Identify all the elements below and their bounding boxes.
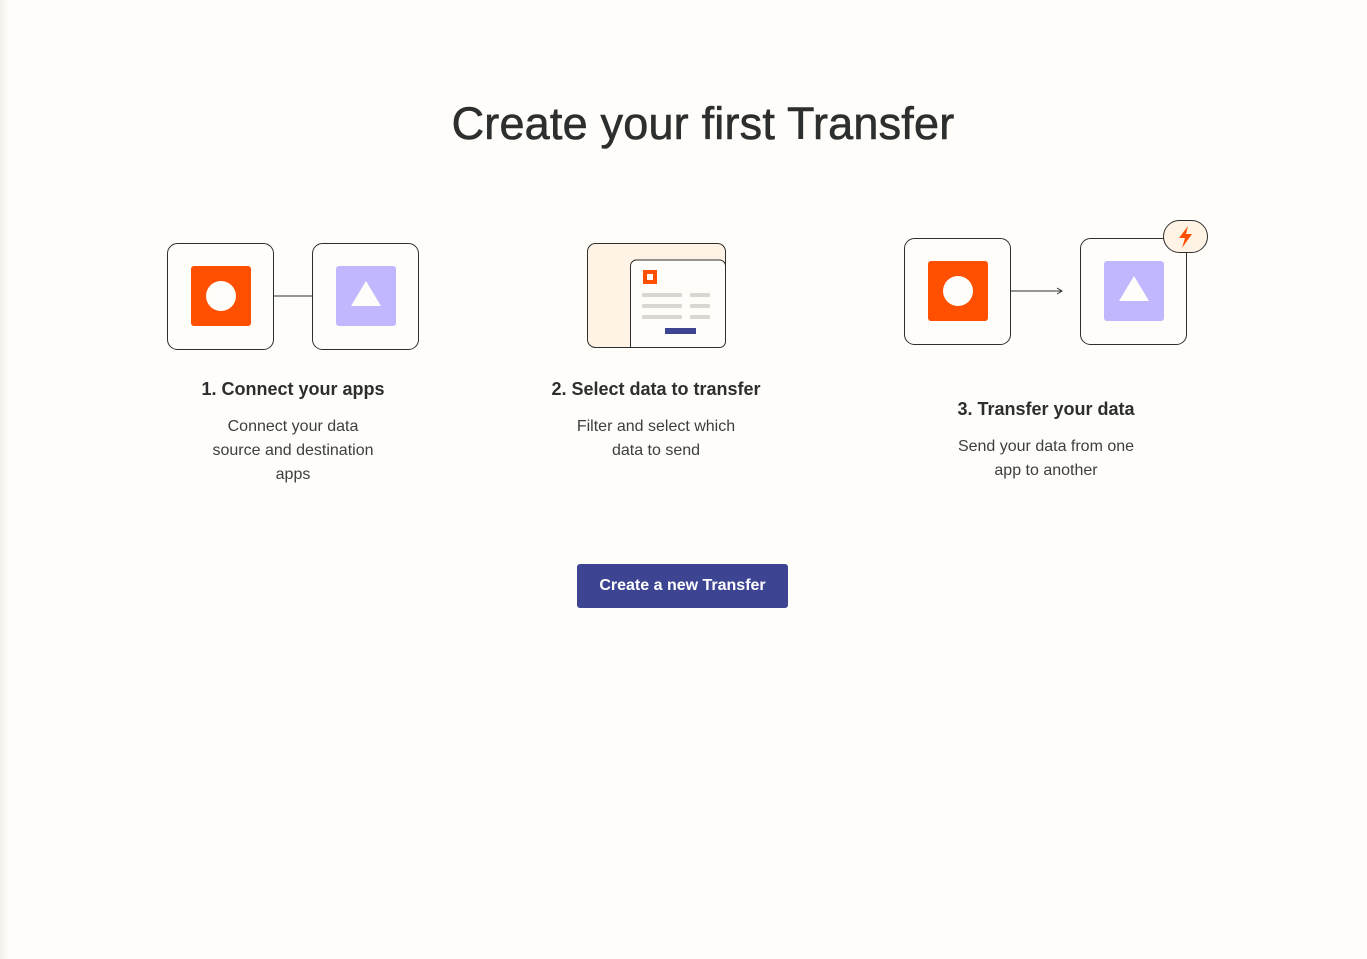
step-3-desc-line: Send your data from one (957, 438, 1135, 455)
step-1-description: Connect your data source and destination… (163, 415, 423, 487)
step-2-description: Filter and select which data to send (526, 415, 786, 463)
transfer-data-illustration (904, 220, 1208, 345)
step-1-title: 1. Connect your apps (201, 379, 385, 399)
step-3-desc-line: app to another (994, 462, 1098, 479)
document-row (690, 315, 710, 319)
source-app-circle (943, 276, 973, 306)
connect-apps-illustration (167, 243, 419, 350)
step-3-title: 3. Transfer your data (957, 399, 1135, 419)
source-app-circle (206, 281, 236, 311)
document-row (690, 304, 710, 308)
step-1-desc-line: apps (275, 466, 311, 483)
step-3-description: Send your data from one app to another (916, 435, 1176, 483)
step-1-desc-line: Connect your data (227, 418, 359, 435)
document-row (642, 315, 682, 319)
step-2-desc-line: data to send (611, 442, 701, 459)
document-row (642, 293, 682, 297)
page-title: Create your first Transfer (451, 98, 955, 150)
step-2-title: 2. Select data to transfer (551, 379, 761, 399)
document-row (690, 293, 710, 297)
create-transfer-button[interactable]: Create a new Transfer (577, 564, 788, 608)
step-1-desc-line: source and destination (212, 442, 374, 459)
step-2-desc-line: Filter and select which (576, 418, 736, 435)
document-action-bar (665, 328, 696, 334)
select-data-illustration (587, 243, 726, 348)
document-row (642, 304, 682, 308)
